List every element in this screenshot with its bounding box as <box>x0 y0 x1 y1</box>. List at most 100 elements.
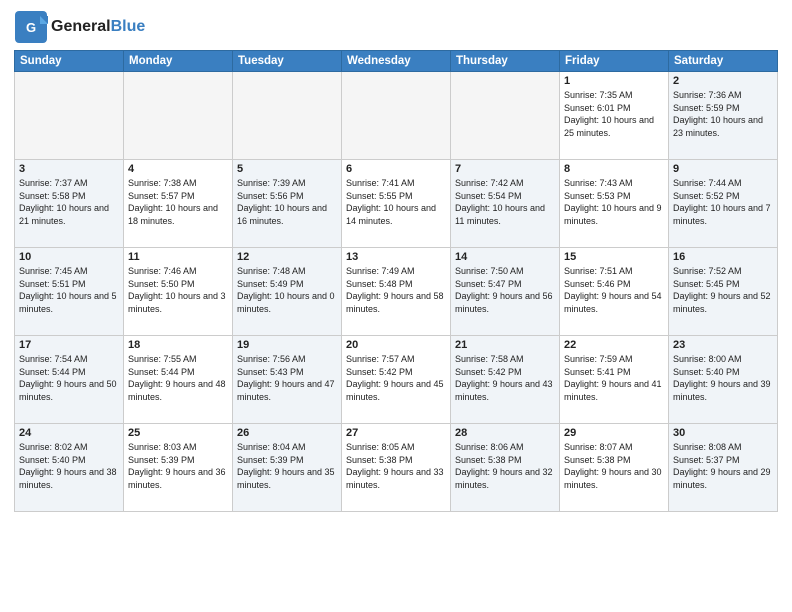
calendar-page: G GeneralBlue SundayMondayTuesdayWednesd… <box>0 0 792 612</box>
day-number: 21 <box>455 339 555 351</box>
day-info: Sunrise: 7:52 AM Sunset: 5:45 PM Dayligh… <box>673 265 773 315</box>
calendar-cell: 5Sunrise: 7:39 AM Sunset: 5:56 PM Daylig… <box>233 160 342 248</box>
day-info: Sunrise: 8:06 AM Sunset: 5:38 PM Dayligh… <box>455 441 555 491</box>
svg-text:G: G <box>26 20 36 35</box>
day-info: Sunrise: 7:41 AM Sunset: 5:55 PM Dayligh… <box>346 177 446 227</box>
day-info: Sunrise: 7:49 AM Sunset: 5:48 PM Dayligh… <box>346 265 446 315</box>
day-info: Sunrise: 8:03 AM Sunset: 5:39 PM Dayligh… <box>128 441 228 491</box>
day-info: Sunrise: 7:55 AM Sunset: 5:44 PM Dayligh… <box>128 353 228 403</box>
calendar-cell: 4 Sunrise: 7:38 AM Sunset: 5:57 PM Daylig… <box>124 160 233 248</box>
day-number: 27 <box>346 427 446 439</box>
day-info: Sunrise: 7:58 AM Sunset: 5:42 PM Dayligh… <box>455 353 555 403</box>
calendar-cell: 9 Sunrise: 7:44 AM Sunset: 5:52 PM Daylig… <box>669 160 778 248</box>
day-info: Sunrise: 7:38 AM Sunset: 5:57 PM Dayligh… <box>128 177 228 227</box>
day-number: 19 <box>237 339 337 351</box>
calendar-header-row: SundayMondayTuesdayWednesdayThursdayFrid… <box>15 51 778 72</box>
day-number: 28 <box>455 427 555 439</box>
calendar-cell: 27 Sunrise: 8:05 AM Sunset: 5:38 PM Dayli… <box>342 424 451 512</box>
calendar-week-row: 17 Sunrise: 7:54 AM Sunset: 5:44 PM Dayli… <box>15 336 778 424</box>
day-info: Sunrise: 7:39 AM Sunset: 5:56 PM Dayligh… <box>237 177 337 227</box>
calendar-cell: 26 Sunrise: 8:04 AM Sunset: 5:39 PM Dayli… <box>233 424 342 512</box>
day-number: 8 <box>564 163 664 175</box>
day-info: Sunrise: 8:02 AM Sunset: 5:40 PM Dayligh… <box>19 441 119 491</box>
day-info: Sunrise: 7:51 AM Sunset: 5:46 PM Dayligh… <box>564 265 664 315</box>
day-number: 17 <box>19 339 119 351</box>
weekday-header: Friday <box>560 51 669 72</box>
day-info: Sunrise: 7:46 AM Sunset: 5:50 PM Dayligh… <box>128 265 228 315</box>
calendar-cell <box>15 72 124 160</box>
day-info: Sunrise: 8:00 AM Sunset: 5:40 PM Dayligh… <box>673 353 773 403</box>
calendar-cell: 15 Sunrise: 7:51 AM Sunset: 5:46 PM Dayli… <box>560 248 669 336</box>
day-info: Sunrise: 7:56 AM Sunset: 5:43 PM Dayligh… <box>237 353 337 403</box>
logo: G GeneralBlue <box>14 10 145 44</box>
day-number: 20 <box>346 339 446 351</box>
weekday-header: Saturday <box>669 51 778 72</box>
day-number: 3 <box>19 163 119 175</box>
day-number: 23 <box>673 339 773 351</box>
day-number: 10 <box>19 251 119 263</box>
day-number: 22 <box>564 339 664 351</box>
calendar-cell: 14Sunrise: 7:50 AM Sunset: 5:47 PM Dayli… <box>451 248 560 336</box>
day-number: 4 <box>128 163 228 175</box>
calendar-cell: 2Sunrise: 7:36 AM Sunset: 5:59 PM Daylig… <box>669 72 778 160</box>
calendar-cell: 11 Sunrise: 7:46 AM Sunset: 5:50 PM Dayli… <box>124 248 233 336</box>
day-info: Sunrise: 8:04 AM Sunset: 5:39 PM Dayligh… <box>237 441 337 491</box>
calendar-cell: 17 Sunrise: 7:54 AM Sunset: 5:44 PM Dayli… <box>15 336 124 424</box>
calendar-cell <box>124 72 233 160</box>
day-number: 30 <box>673 427 773 439</box>
day-info: Sunrise: 7:54 AM Sunset: 5:44 PM Dayligh… <box>19 353 119 403</box>
calendar-cell: 30Sunrise: 8:08 AM Sunset: 5:37 PM Dayli… <box>669 424 778 512</box>
calendar-cell: 29 Sunrise: 8:07 AM Sunset: 5:38 PM Dayli… <box>560 424 669 512</box>
calendar-cell <box>451 72 560 160</box>
calendar-cell: 25 Sunrise: 8:03 AM Sunset: 5:39 PM Dayli… <box>124 424 233 512</box>
weekday-header: Tuesday <box>233 51 342 72</box>
calendar-cell: 12 Sunrise: 7:48 AM Sunset: 5:49 PM Dayli… <box>233 248 342 336</box>
calendar-cell: 23 Sunrise: 8:00 AM Sunset: 5:40 PM Dayli… <box>669 336 778 424</box>
header: G GeneralBlue <box>14 10 778 44</box>
day-number: 15 <box>564 251 664 263</box>
weekday-header: Sunday <box>15 51 124 72</box>
calendar-cell: 10Sunrise: 7:45 AM Sunset: 5:51 PM Dayli… <box>15 248 124 336</box>
day-number: 25 <box>128 427 228 439</box>
calendar-week-row: 3 Sunrise: 7:37 AM Sunset: 5:58 PM Daylig… <box>15 160 778 248</box>
day-number: 7 <box>455 163 555 175</box>
day-number: 26 <box>237 427 337 439</box>
day-number: 24 <box>19 427 119 439</box>
day-info: Sunrise: 7:48 AM Sunset: 5:49 PM Dayligh… <box>237 265 337 315</box>
day-number: 9 <box>673 163 773 175</box>
day-number: 2 <box>673 75 773 87</box>
day-info: Sunrise: 7:37 AM Sunset: 5:58 PM Dayligh… <box>19 177 119 227</box>
day-number: 11 <box>128 251 228 263</box>
logo-name: GeneralBlue <box>51 18 145 36</box>
calendar-week-row: 24 Sunrise: 8:02 AM Sunset: 5:40 PM Dayli… <box>15 424 778 512</box>
day-number: 13 <box>346 251 446 263</box>
day-info: Sunrise: 8:05 AM Sunset: 5:38 PM Dayligh… <box>346 441 446 491</box>
day-number: 12 <box>237 251 337 263</box>
day-info: Sunrise: 7:50 AM Sunset: 5:47 PM Dayligh… <box>455 265 555 315</box>
calendar-cell <box>342 72 451 160</box>
calendar-cell: 7 Sunrise: 7:42 AM Sunset: 5:54 PM Daylig… <box>451 160 560 248</box>
calendar-cell: 19 Sunrise: 7:56 AM Sunset: 5:43 PM Dayli… <box>233 336 342 424</box>
calendar-cell: 28 Sunrise: 8:06 AM Sunset: 5:38 PM Dayli… <box>451 424 560 512</box>
logo-icon: G <box>14 10 48 44</box>
calendar-cell: 18 Sunrise: 7:55 AM Sunset: 5:44 PM Dayli… <box>124 336 233 424</box>
calendar-cell: 21 Sunrise: 7:58 AM Sunset: 5:42 PM Dayli… <box>451 336 560 424</box>
day-info: Sunrise: 7:35 AM Sunset: 6:01 PM Dayligh… <box>564 89 664 139</box>
day-number: 18 <box>128 339 228 351</box>
calendar-cell: 24 Sunrise: 8:02 AM Sunset: 5:40 PM Dayli… <box>15 424 124 512</box>
weekday-header: Monday <box>124 51 233 72</box>
day-number: 6 <box>346 163 446 175</box>
day-info: Sunrise: 7:43 AM Sunset: 5:53 PM Dayligh… <box>564 177 664 227</box>
weekday-header: Thursday <box>451 51 560 72</box>
day-info: Sunrise: 8:07 AM Sunset: 5:38 PM Dayligh… <box>564 441 664 491</box>
day-number: 1 <box>564 75 664 87</box>
calendar-cell: 1 Sunrise: 7:35 AM Sunset: 6:01 PM Daylig… <box>560 72 669 160</box>
day-info: Sunrise: 7:57 AM Sunset: 5:42 PM Dayligh… <box>346 353 446 403</box>
day-info: Sunrise: 7:44 AM Sunset: 5:52 PM Dayligh… <box>673 177 773 227</box>
calendar-cell: 16Sunrise: 7:52 AM Sunset: 5:45 PM Dayli… <box>669 248 778 336</box>
day-info: Sunrise: 7:42 AM Sunset: 5:54 PM Dayligh… <box>455 177 555 227</box>
calendar-cell: 20 Sunrise: 7:57 AM Sunset: 5:42 PM Dayli… <box>342 336 451 424</box>
calendar-cell: 6 Sunrise: 7:41 AM Sunset: 5:55 PM Daylig… <box>342 160 451 248</box>
day-number: 29 <box>564 427 664 439</box>
calendar-table: SundayMondayTuesdayWednesdayThursdayFrid… <box>14 50 778 512</box>
